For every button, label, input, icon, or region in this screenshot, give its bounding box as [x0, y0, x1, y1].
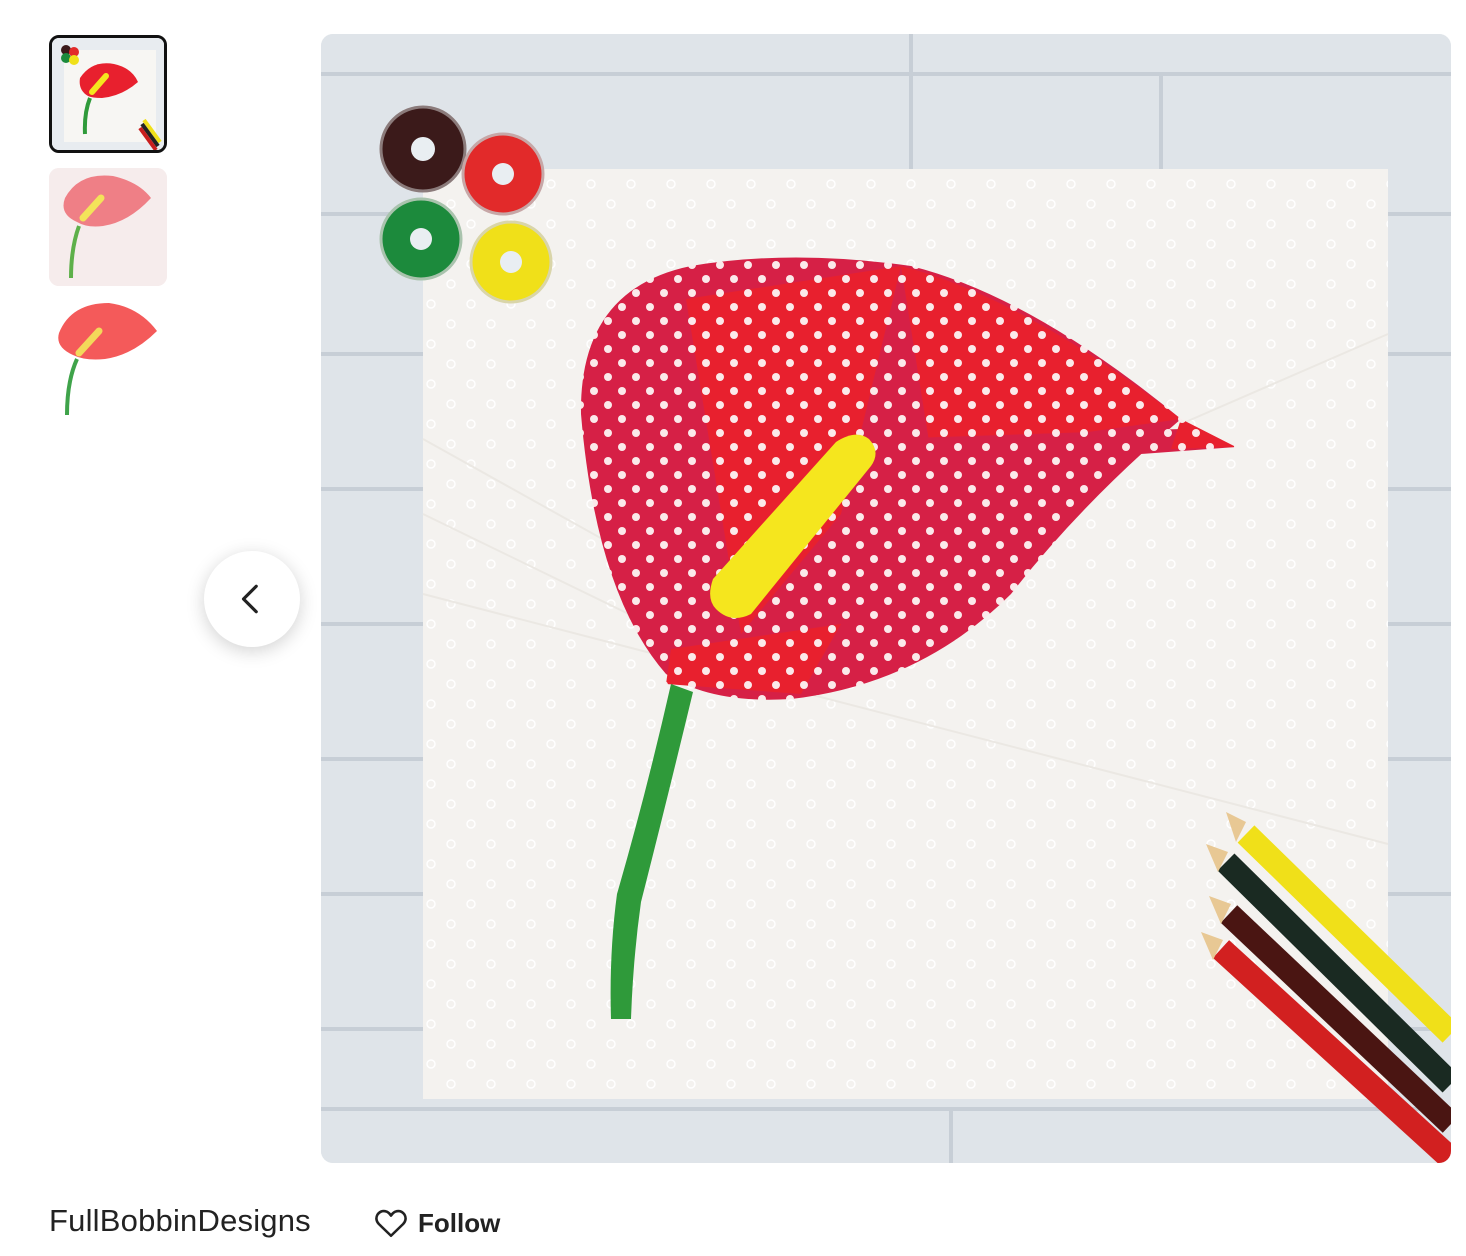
follow-label: Follow	[418, 1207, 501, 1238]
shop-name-link[interactable]: FullBobbinDesigns	[49, 1203, 311, 1239]
listing-gallery: FullBobbinDesigns Follow	[0, 0, 1466, 1256]
quilt-thumbnail-image	[52, 38, 164, 150]
follow-shop-button[interactable]: Follow	[374, 1203, 500, 1243]
heart-outline-icon	[375, 1209, 407, 1238]
thumbnail-2[interactable]	[49, 168, 167, 286]
anthurium-quilt-photo	[321, 34, 1451, 1163]
anthurium-pattern-coral-image	[49, 299, 167, 417]
main-listing-image[interactable]	[321, 34, 1451, 1163]
thumbnail-1[interactable]	[49, 35, 167, 153]
chevron-left-icon	[241, 584, 258, 614]
anthurium-pattern-pink-image	[49, 168, 167, 286]
previous-image-button[interactable]	[204, 551, 300, 647]
thumbnail-3[interactable]	[49, 299, 167, 417]
